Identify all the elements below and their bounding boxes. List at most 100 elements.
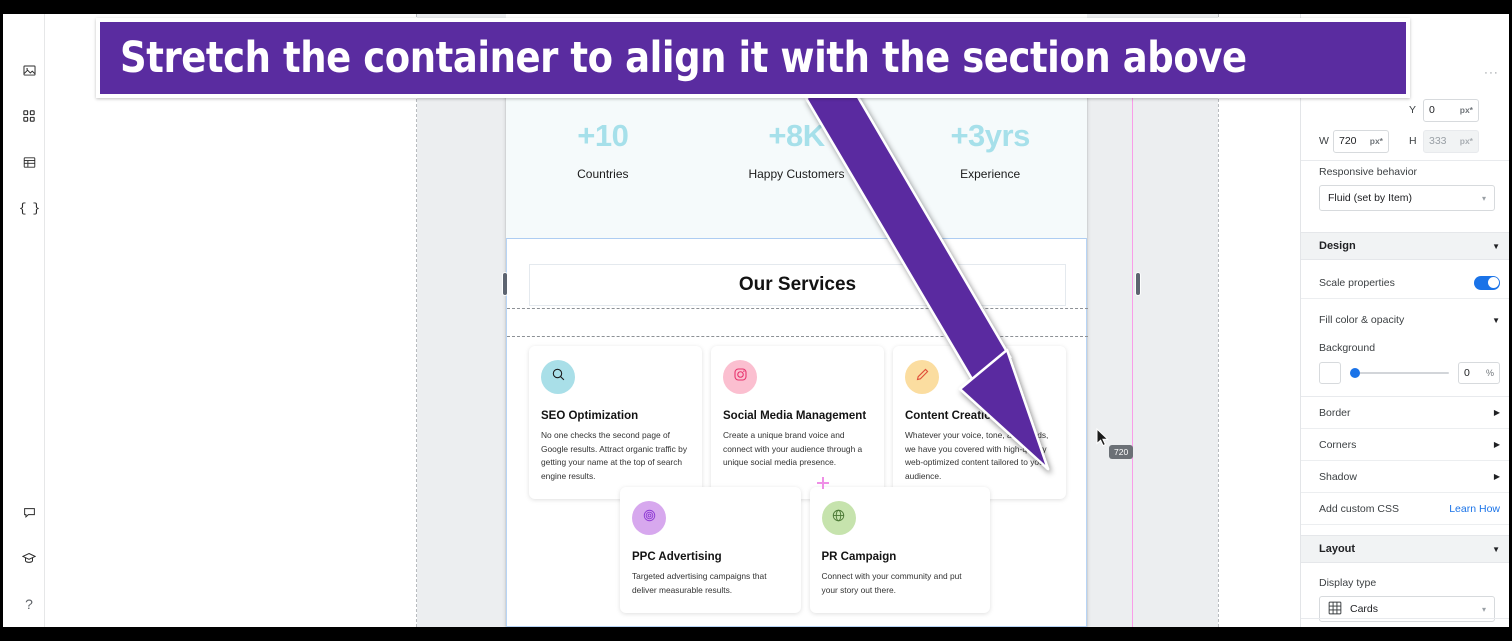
responsive-behavior-select[interactable]: Fluid (set by Item) ▾ bbox=[1319, 185, 1495, 211]
table-icon bbox=[23, 156, 36, 169]
chevron-right-icon: ▶ bbox=[1493, 408, 1500, 417]
chevron-down-icon: ▼ bbox=[1492, 315, 1500, 325]
shadow-row[interactable]: Shadow ▶ bbox=[1301, 461, 1512, 493]
service-card[interactable]: Content Creation Whatever your voice, to… bbox=[893, 346, 1066, 500]
stat-value: +8K bbox=[768, 118, 825, 153]
services-section-container[interactable]: Our Services SEO Optimization No one che… bbox=[506, 238, 1088, 627]
sidebar-item-apps[interactable] bbox=[14, 101, 44, 131]
display-type-block: Display type Cards ▾ bbox=[1301, 577, 1512, 622]
sidebar-item-media[interactable] bbox=[14, 55, 44, 85]
stat-item[interactable]: +3yrs Experience bbox=[905, 120, 1075, 181]
service-title: PPC Advertising bbox=[632, 551, 722, 563]
shadow-label: Shadow bbox=[1319, 470, 1357, 483]
scale-properties-toggle[interactable] bbox=[1474, 275, 1500, 290]
stat-value: +3yrs bbox=[950, 118, 1030, 153]
slider-thumb[interactable] bbox=[1350, 368, 1360, 378]
size-tooltip: 720 bbox=[1109, 445, 1134, 460]
size-row: W 720 px* H 333 px* bbox=[1301, 127, 1512, 155]
image-icon bbox=[22, 64, 36, 77]
corners-label: Corners bbox=[1319, 438, 1357, 451]
stat-label: Experience bbox=[960, 167, 1021, 181]
design-section-title: Design bbox=[1319, 240, 1356, 252]
y-label: Y bbox=[1409, 104, 1417, 116]
service-icon-circle bbox=[821, 501, 856, 535]
service-description: Connect with your community and put your… bbox=[821, 571, 962, 595]
width-field-group: W 720 px* bbox=[1319, 129, 1405, 153]
percent-unit: % bbox=[1485, 368, 1494, 378]
stat-item[interactable]: +10 Countries bbox=[518, 120, 688, 181]
left-sidebar-rail: { } ? bbox=[14, 14, 45, 627]
resize-handle-left[interactable] bbox=[503, 273, 507, 295]
comment-icon bbox=[23, 506, 36, 519]
annotation-text: Stretch the container to align it with t… bbox=[120, 33, 1247, 83]
custom-css-row[interactable]: Add custom CSS Learn How bbox=[1301, 493, 1512, 525]
layout-guide-horizontal bbox=[507, 308, 1088, 309]
scale-properties-row[interactable]: Scale properties bbox=[1301, 267, 1512, 299]
background-color-swatch[interactable] bbox=[1319, 362, 1341, 384]
chevron-down-icon: ▼ bbox=[1492, 241, 1500, 251]
page-margin-guide-right bbox=[1218, 14, 1219, 627]
target-icon bbox=[642, 508, 657, 528]
width-input[interactable]: 720 px* bbox=[1333, 129, 1389, 153]
chevron-right-icon: ▶ bbox=[1493, 440, 1500, 449]
panel-overflow-menu-button[interactable]: ··· bbox=[1484, 67, 1499, 79]
y-unit: px* bbox=[1459, 105, 1473, 115]
y-value: 0 bbox=[1429, 104, 1435, 116]
section-title-box[interactable]: Our Services bbox=[529, 264, 1066, 306]
pencil-icon bbox=[915, 367, 930, 387]
service-title: SEO Optimization bbox=[541, 410, 639, 422]
chevron-down-icon: ▼ bbox=[1492, 544, 1500, 554]
chevron-right-icon: ▶ bbox=[1493, 472, 1500, 481]
service-card[interactable]: PR Campaign Connect with your community … bbox=[809, 487, 990, 614]
editor-canvas[interactable]: +10 Countries +8K Happy Customers +3yrs … bbox=[46, 14, 1300, 627]
divider bbox=[1301, 160, 1512, 161]
stats-section[interactable]: +10 Countries +8K Happy Customers +3yrs … bbox=[506, 90, 1087, 238]
background-opacity-slider[interactable] bbox=[1350, 368, 1449, 378]
service-card[interactable]: SEO Optimization No one checks the secon… bbox=[529, 346, 702, 500]
fill-color-opacity-row[interactable]: Fill color & opacity ▼ bbox=[1301, 304, 1512, 336]
design-section-header[interactable]: Design ▼ bbox=[1301, 232, 1512, 260]
stat-value: +10 bbox=[577, 118, 629, 153]
background-opacity-value: 0 bbox=[1464, 367, 1470, 379]
h-value: 333 bbox=[1429, 135, 1447, 147]
background-controls: 0 % bbox=[1319, 362, 1500, 384]
resize-handle-right[interactable] bbox=[1136, 273, 1140, 295]
grid-table-icon bbox=[1328, 601, 1342, 618]
page-title: Our Services bbox=[738, 274, 857, 295]
layout-section-header[interactable]: Layout ▼ bbox=[1301, 535, 1512, 563]
stat-item[interactable]: +8K Happy Customers bbox=[711, 120, 881, 181]
display-type-value: Cards bbox=[1350, 603, 1379, 615]
canvas-gutter-right bbox=[1087, 14, 1218, 627]
w-label: W bbox=[1319, 135, 1329, 147]
page-margin-guide-left bbox=[416, 14, 417, 627]
sidebar-item-dev-mode[interactable]: { } bbox=[14, 193, 44, 223]
learn-how-link[interactable]: Learn How bbox=[1449, 503, 1500, 515]
page-content-card: +10 Countries +8K Happy Customers +3yrs … bbox=[506, 90, 1088, 627]
corners-row[interactable]: Corners ▶ bbox=[1301, 429, 1512, 461]
code-braces-icon: { } bbox=[18, 200, 40, 216]
background-opacity-input[interactable]: 0 % bbox=[1458, 362, 1500, 384]
y-input[interactable]: 0 px* bbox=[1423, 98, 1479, 122]
service-icon-circle bbox=[723, 360, 757, 394]
sidebar-item-comments[interactable] bbox=[14, 497, 44, 527]
y-field-group: Y 0 px* bbox=[1409, 98, 1479, 122]
responsive-behavior-block: Responsive behavior Fluid (set by Item) … bbox=[1301, 166, 1512, 211]
stat-label: Countries bbox=[577, 167, 629, 181]
height-input[interactable]: 333 px* bbox=[1423, 129, 1479, 153]
border-row[interactable]: Border ▶ bbox=[1301, 397, 1512, 429]
magnifier-icon bbox=[551, 367, 566, 387]
service-card[interactable]: Social Media Management Create a unique … bbox=[711, 346, 884, 500]
instagram-icon bbox=[733, 367, 748, 387]
sidebar-item-database[interactable] bbox=[14, 147, 44, 177]
chevron-down-icon: ▾ bbox=[1481, 193, 1486, 203]
screenshot-root: { } ? +10 Countries +8K Happy Customers … bbox=[0, 0, 1512, 641]
sidebar-item-help[interactable]: ? bbox=[14, 589, 44, 619]
rail-bottom-group: ? bbox=[14, 497, 44, 619]
properties-panel: ··· Y 0 px* W 720 px* H 333 px* Responsi… bbox=[1300, 14, 1512, 627]
service-description: No one checks the second page of Google … bbox=[541, 430, 688, 481]
h-unit: px* bbox=[1459, 136, 1473, 146]
service-card[interactable]: PPC Advertising Targeted advertising cam… bbox=[620, 487, 801, 614]
mouse-cursor-icon bbox=[1096, 427, 1110, 453]
sidebar-item-learn[interactable] bbox=[14, 543, 44, 573]
grid-apps-icon bbox=[23, 110, 35, 122]
